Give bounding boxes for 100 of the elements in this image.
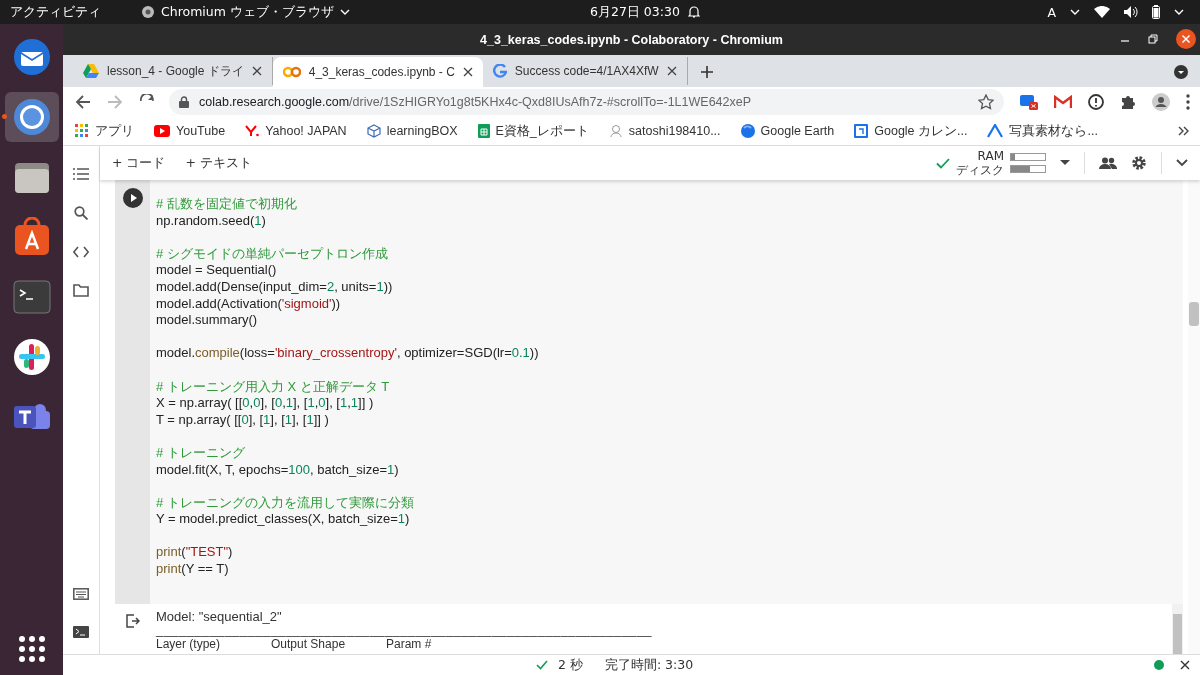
browser-app-icon bbox=[141, 5, 155, 19]
close-button[interactable] bbox=[1176, 29, 1196, 49]
cube-icon[interactable] bbox=[366, 124, 381, 138]
drive-icon bbox=[83, 64, 99, 78]
browser-app-icon[interactable] bbox=[4, 92, 59, 142]
bookmark-link[interactable]: Yahoo! JAPAN bbox=[265, 124, 347, 138]
address-bar[interactable]: colab.research.google.com/drive/1SzHIGRYo1g8t5KHx4c-Qxd8IUsAfh7z-#scrollTo=-1L1WE642xeP bbox=[169, 89, 1004, 115]
dropdown-caret-icon[interactable] bbox=[1060, 160, 1070, 166]
collapse-caret-icon[interactable] bbox=[1176, 159, 1188, 167]
scroll-thumb[interactable] bbox=[1173, 614, 1182, 654]
column-header: Param # bbox=[386, 637, 433, 652]
bookmark-link[interactable]: Google Earth bbox=[760, 124, 835, 138]
code-line: model.add(Dense(input_dim=2, units=1)) bbox=[156, 278, 394, 296]
run-cell-button[interactable] bbox=[122, 188, 143, 208]
puzzle-icon[interactable] bbox=[1120, 94, 1136, 110]
resource-meter[interactable]: RAM ディスク bbox=[936, 149, 1046, 177]
alert-icon[interactable] bbox=[1088, 94, 1104, 110]
bell-icon bbox=[687, 5, 700, 19]
menu-icon[interactable] bbox=[1186, 94, 1190, 110]
code-line: X = np.array( [[0,0], [0,1], [1,0], [1,1]] ) bbox=[156, 395, 375, 412]
bookmark-link[interactable]: アプリ bbox=[95, 122, 134, 140]
code-line: model = Sequential() bbox=[156, 262, 278, 279]
code-line: # シグモイドの単純パーセプトロン作成 bbox=[156, 245, 389, 263]
close-icon[interactable] bbox=[666, 66, 677, 76]
bookmark-star-icon[interactable] bbox=[978, 94, 994, 110]
keyboard-icon[interactable] bbox=[73, 588, 89, 600]
bookmark-link[interactable]: Google カレン... bbox=[874, 122, 968, 140]
spreadsheet-icon[interactable] bbox=[477, 124, 490, 138]
globe-icon[interactable] bbox=[740, 124, 755, 138]
disk-label: ディスク bbox=[956, 163, 1004, 177]
ram-label: RAM bbox=[977, 149, 1004, 163]
output-icon[interactable] bbox=[125, 614, 140, 628]
close-icon[interactable] bbox=[462, 67, 473, 77]
caret-icon bbox=[339, 8, 350, 16]
code-line: print(Y == T) bbox=[156, 561, 230, 578]
column-header: Output Shape bbox=[271, 637, 347, 652]
scroll-thumb[interactable] bbox=[1189, 302, 1199, 326]
bookmark-link[interactable]: learningBOX bbox=[386, 124, 458, 138]
code-icon[interactable] bbox=[73, 246, 89, 258]
app-menu-label: Chromium ウェブ・ブラウザ bbox=[161, 3, 334, 21]
tab-title: Success code=4/1AX4XfW bbox=[514, 64, 659, 78]
tab-title: 4_3_keras_codes.ipynb - C bbox=[308, 65, 455, 79]
volume-icon[interactable] bbox=[1124, 6, 1138, 18]
output-scrollbar[interactable] bbox=[1172, 604, 1183, 654]
code-line: # トレーニング用入力 X と正解データ T bbox=[156, 378, 391, 396]
mail-icon[interactable] bbox=[1054, 95, 1072, 109]
back-button[interactable] bbox=[75, 94, 91, 110]
code-line: model.add(Activation('sigmoid')) bbox=[156, 295, 342, 313]
profile-icon[interactable] bbox=[1152, 93, 1170, 111]
page-scrollbar[interactable] bbox=[1188, 180, 1200, 654]
play-icon[interactable] bbox=[154, 125, 170, 137]
caret-icon[interactable] bbox=[1070, 8, 1080, 16]
tab-title: lesson_4 - Google ドライ bbox=[107, 62, 244, 80]
check-icon bbox=[536, 660, 548, 670]
bookmark-link[interactable]: 写真素材なら... bbox=[1009, 122, 1098, 140]
bookmark-link[interactable]: E資格_レポート bbox=[495, 122, 589, 140]
add-code-button[interactable]: + コード bbox=[112, 154, 166, 172]
wifi-icon[interactable] bbox=[1094, 6, 1110, 18]
input-method-indicator[interactable]: A bbox=[1047, 4, 1056, 20]
output-line: Model: "sequential_2" bbox=[156, 609, 283, 624]
code-line: model.compile(loss='binary_crossentropy', optimizer=SGD(lr=0.1)) bbox=[156, 345, 540, 362]
close-icon[interactable] bbox=[1180, 660, 1190, 670]
new-tab-button[interactable] bbox=[699, 65, 714, 79]
colab-icon bbox=[282, 66, 301, 78]
search-icon[interactable] bbox=[74, 206, 88, 220]
tab-search-icon[interactable] bbox=[1174, 65, 1188, 79]
folder-icon[interactable] bbox=[73, 284, 89, 297]
browser-tab[interactable]: 4_3_keras_codes.ipynb - C bbox=[272, 57, 483, 87]
window-title: 4_3_keras_codes.ipynb - Colaboratory - Chromium bbox=[480, 32, 783, 47]
execution-duration: 2 秒 bbox=[558, 656, 583, 674]
bookmark-link[interactable]: YouTube bbox=[176, 124, 226, 138]
browser-tab[interactable]: lesson_4 - Google ドライ bbox=[73, 57, 273, 85]
battery-icon[interactable] bbox=[1152, 5, 1160, 19]
calendar-icon[interactable] bbox=[854, 124, 869, 138]
browser-tab[interactable]: Success code=4/1AX4XfW bbox=[482, 57, 688, 85]
column-header: Layer (type) bbox=[156, 637, 222, 652]
app-grid-icon[interactable] bbox=[17, 635, 46, 663]
code-line: model.fit(X, T, epochs=100, batch_size=1) bbox=[156, 461, 400, 479]
clock[interactable]: 6月27日 03:30 bbox=[590, 3, 680, 21]
code-line: model.summary() bbox=[156, 312, 259, 329]
y-mark-icon[interactable] bbox=[245, 125, 260, 137]
bookmark-link[interactable]: satoshi198410... bbox=[628, 124, 721, 138]
code-line: np.random.seed(1) bbox=[156, 212, 267, 230]
close-icon[interactable] bbox=[251, 66, 262, 76]
restore-button[interactable] bbox=[1148, 34, 1158, 44]
lock-icon bbox=[179, 96, 189, 108]
share-people-icon[interactable] bbox=[1099, 157, 1117, 169]
extension-icon[interactable] bbox=[1020, 94, 1038, 110]
more-bookmarks-icon[interactable] bbox=[1178, 126, 1190, 136]
table-of-contents-icon[interactable] bbox=[73, 168, 89, 180]
terminal-icon[interactable] bbox=[73, 626, 89, 638]
settings-icon[interactable] bbox=[1131, 155, 1147, 171]
caret-icon[interactable] bbox=[1174, 8, 1184, 16]
code-line: # トレーニング bbox=[156, 444, 246, 462]
google-icon bbox=[492, 64, 507, 78]
code-line: Y = model.predict_classes(X, batch_size=1) bbox=[156, 511, 411, 528]
activities-button[interactable]: アクティビティ bbox=[10, 3, 101, 21]
add-text-button[interactable]: + テキスト bbox=[185, 154, 252, 172]
code-line: # 乱数を固定値で初期化 bbox=[156, 196, 298, 213]
code-line: print("TEST") bbox=[156, 544, 234, 562]
